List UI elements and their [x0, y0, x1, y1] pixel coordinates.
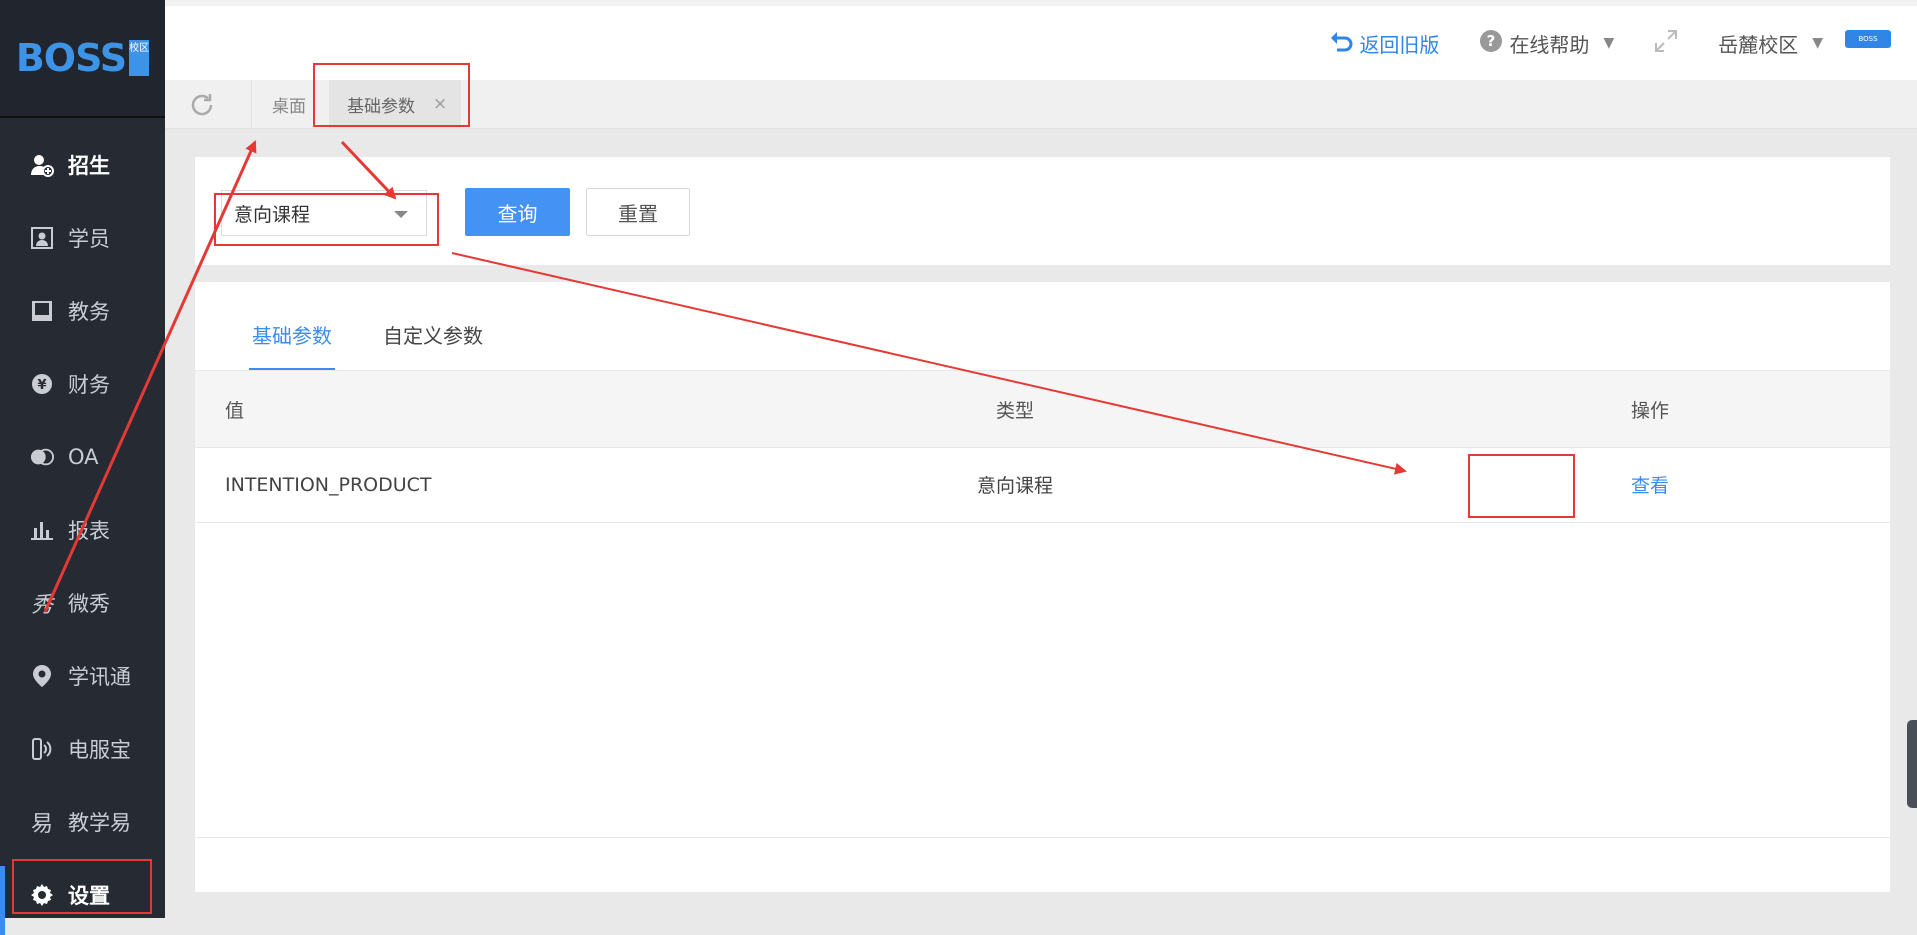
sidebar-item-jiaoxueyi[interactable]: 易 教学易: [0, 785, 165, 858]
svg-text:¥: ¥: [37, 378, 46, 393]
chevron-down-icon: ▼: [1812, 35, 1823, 51]
sidebar-item-label: 财务: [68, 372, 110, 397]
sidebar-item-label: 教学易: [68, 810, 131, 835]
top-bar-actions: 返回旧版 ? 在线帮助 ▼ 岳麓校区 ▼ BOSS: [1329, 6, 1917, 80]
svg-text:?: ?: [1487, 32, 1496, 50]
subtab-basic-params[interactable]: 基础参数: [252, 320, 332, 349]
column-header-value: 值: [225, 399, 245, 422]
query-button[interactable]: 查询: [465, 188, 570, 236]
sidebar-item-label: 学员: [68, 226, 110, 251]
logo-text: BOSS: [15, 36, 127, 80]
book-icon: [30, 299, 54, 323]
sidebar-item-finance[interactable]: ¥ 财务: [0, 347, 165, 420]
online-help-menu[interactable]: ? 在线帮助 ▼: [1479, 29, 1614, 58]
sidebar-item-label: 微秀: [68, 591, 110, 616]
sidebar-item-label: 招生: [68, 153, 110, 178]
refresh-icon[interactable]: [189, 92, 215, 118]
sidebar-item-label: 学讯通: [68, 664, 131, 689]
sidebar: BOSS 校区 招生 学员 教务 ¥ 财务 OA 报表 秀 微秀 学讯通 电服宝…: [0, 0, 165, 935]
sidebar-item-weixiu[interactable]: 秀 微秀: [0, 566, 165, 639]
bar-chart-icon: [30, 518, 54, 542]
sidebar-item-dianfubao[interactable]: 电服宝: [0, 712, 165, 785]
online-help-label: 在线帮助: [1509, 32, 1590, 57]
student-card-icon: [30, 226, 54, 250]
sidebar-item-enroll[interactable]: 招生: [0, 128, 165, 201]
cell-type: 意向课程: [976, 475, 1053, 497]
fullscreen-button[interactable]: [1654, 29, 1678, 58]
side-float-widget[interactable]: [1907, 720, 1917, 808]
view-link[interactable]: 查看: [1580, 447, 1720, 522]
undo-icon: [1329, 30, 1353, 57]
divider: [195, 837, 1890, 838]
chat-icon: [30, 445, 54, 469]
column-header-type: 类型: [995, 399, 1034, 422]
annotation-box-view: [1468, 454, 1575, 518]
annotation-box-select: [214, 193, 439, 246]
annotation-box-tab: [313, 63, 470, 127]
chevron-down-icon: ▼: [1603, 35, 1615, 51]
reset-button[interactable]: 重置: [586, 188, 690, 236]
sidebar-item-students[interactable]: 学员: [0, 201, 165, 274]
sidebar-item-reports[interactable]: 报表: [0, 493, 165, 566]
user-add-icon: [30, 153, 54, 177]
sidebar-item-label: 教务: [68, 299, 110, 324]
campus-selector[interactable]: 岳麓校区 ▼: [1718, 29, 1823, 58]
avatar[interactable]: BOSS: [1845, 30, 1891, 48]
phone-service-icon: [30, 737, 54, 761]
tab-desktop-label: 桌面: [272, 96, 306, 117]
logo-mark: 校区: [129, 40, 150, 76]
table-header: 值 类型 操作: [195, 370, 1890, 448]
yen-icon: ¥: [30, 372, 54, 396]
logo: BOSS 校区: [0, 0, 165, 118]
back-to-old-version-link[interactable]: 返回旧版: [1329, 29, 1439, 58]
sidebar-item-label: 电服宝: [68, 737, 131, 762]
sidebar-item-oa[interactable]: OA: [0, 420, 165, 493]
sidebar-nav: 招生 学员 教务 ¥ 财务 OA 报表 秀 微秀 学讯通 电服宝 易 教学易 设…: [0, 128, 165, 935]
annotation-box-settings: [12, 859, 152, 914]
xiu-icon: 秀: [30, 592, 53, 618]
sidebar-item-label: 报表: [68, 518, 110, 543]
table-row: INTENTION_PRODUCT 意向课程 查看: [195, 447, 1890, 523]
subtab-custom-params[interactable]: 自定义参数: [383, 320, 483, 349]
campus-label: 岳麓校区: [1718, 32, 1799, 57]
params-panel: 基础参数 自定义参数 值 类型 操作 INTENTION_PRODUCT 意向课…: [195, 282, 1890, 892]
location-pin-icon: [30, 664, 54, 688]
sidebar-item-academic[interactable]: 教务: [0, 274, 165, 347]
back-to-old-version-label: 返回旧版: [1359, 32, 1440, 57]
sidebar-item-label: OA: [68, 444, 99, 469]
cell-value: INTENTION_PRODUCT: [225, 473, 432, 496]
expand-icon: [1654, 29, 1678, 58]
filter-panel: 意向课程 查询 重置: [195, 157, 1890, 265]
sidebar-item-xuexuntong[interactable]: 学讯通: [0, 639, 165, 712]
column-header-action: 操作: [1630, 399, 1669, 422]
help-icon: ?: [1479, 29, 1503, 58]
teach-icon: 易: [30, 811, 53, 837]
